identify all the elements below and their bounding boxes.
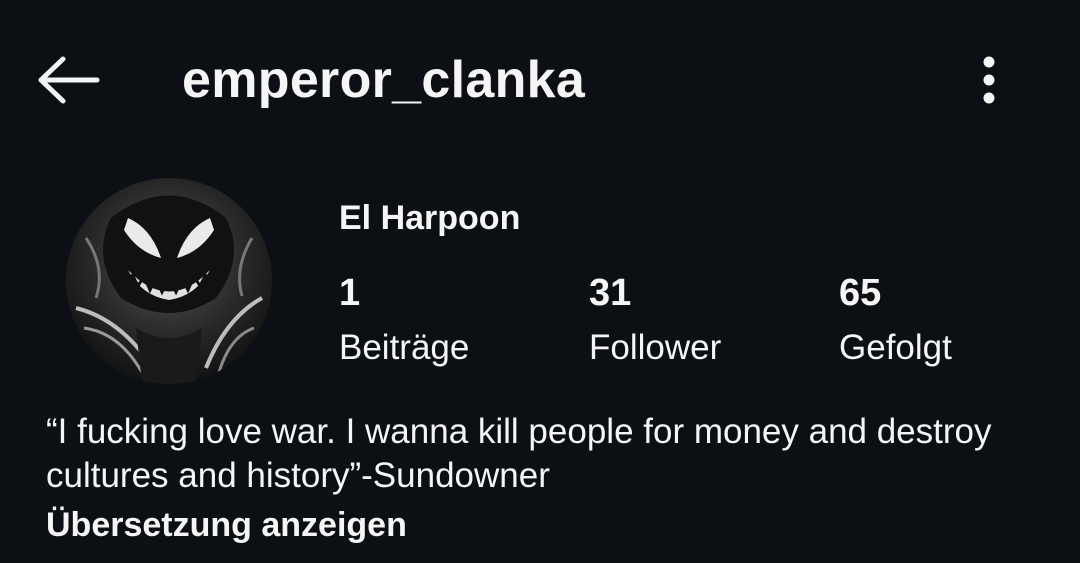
more-vertical-icon bbox=[983, 56, 995, 104]
profile-display-name: El Harpoon bbox=[339, 199, 521, 237]
arrow-left-icon bbox=[38, 56, 100, 104]
more-options-button[interactable] bbox=[966, 52, 1012, 108]
following-count-value: 65 bbox=[839, 272, 882, 314]
followers-count-value: 31 bbox=[589, 272, 632, 314]
following-count-label: Gefolgt bbox=[839, 328, 952, 367]
followers-count-label: Follower bbox=[589, 328, 722, 367]
posts-count-label: Beiträge bbox=[339, 328, 470, 367]
following-count[interactable]: 65 Gefolgt bbox=[839, 268, 952, 372]
posts-count-value: 1 bbox=[339, 272, 361, 314]
profile-avatar[interactable] bbox=[66, 178, 272, 384]
show-translation-link[interactable]: Übersetzung anzeigen bbox=[46, 502, 407, 548]
top-bar: emperor_clanka bbox=[0, 0, 1080, 165]
avatar-image bbox=[66, 178, 272, 384]
followers-count[interactable]: 31 Follower bbox=[589, 268, 721, 372]
back-button[interactable] bbox=[30, 48, 106, 112]
profile-bio: “I fucking love war. I wanna kill people… bbox=[46, 412, 992, 495]
posts-count[interactable]: 1 Beiträge bbox=[339, 268, 469, 372]
profile-username: emperor_clanka bbox=[182, 51, 586, 109]
